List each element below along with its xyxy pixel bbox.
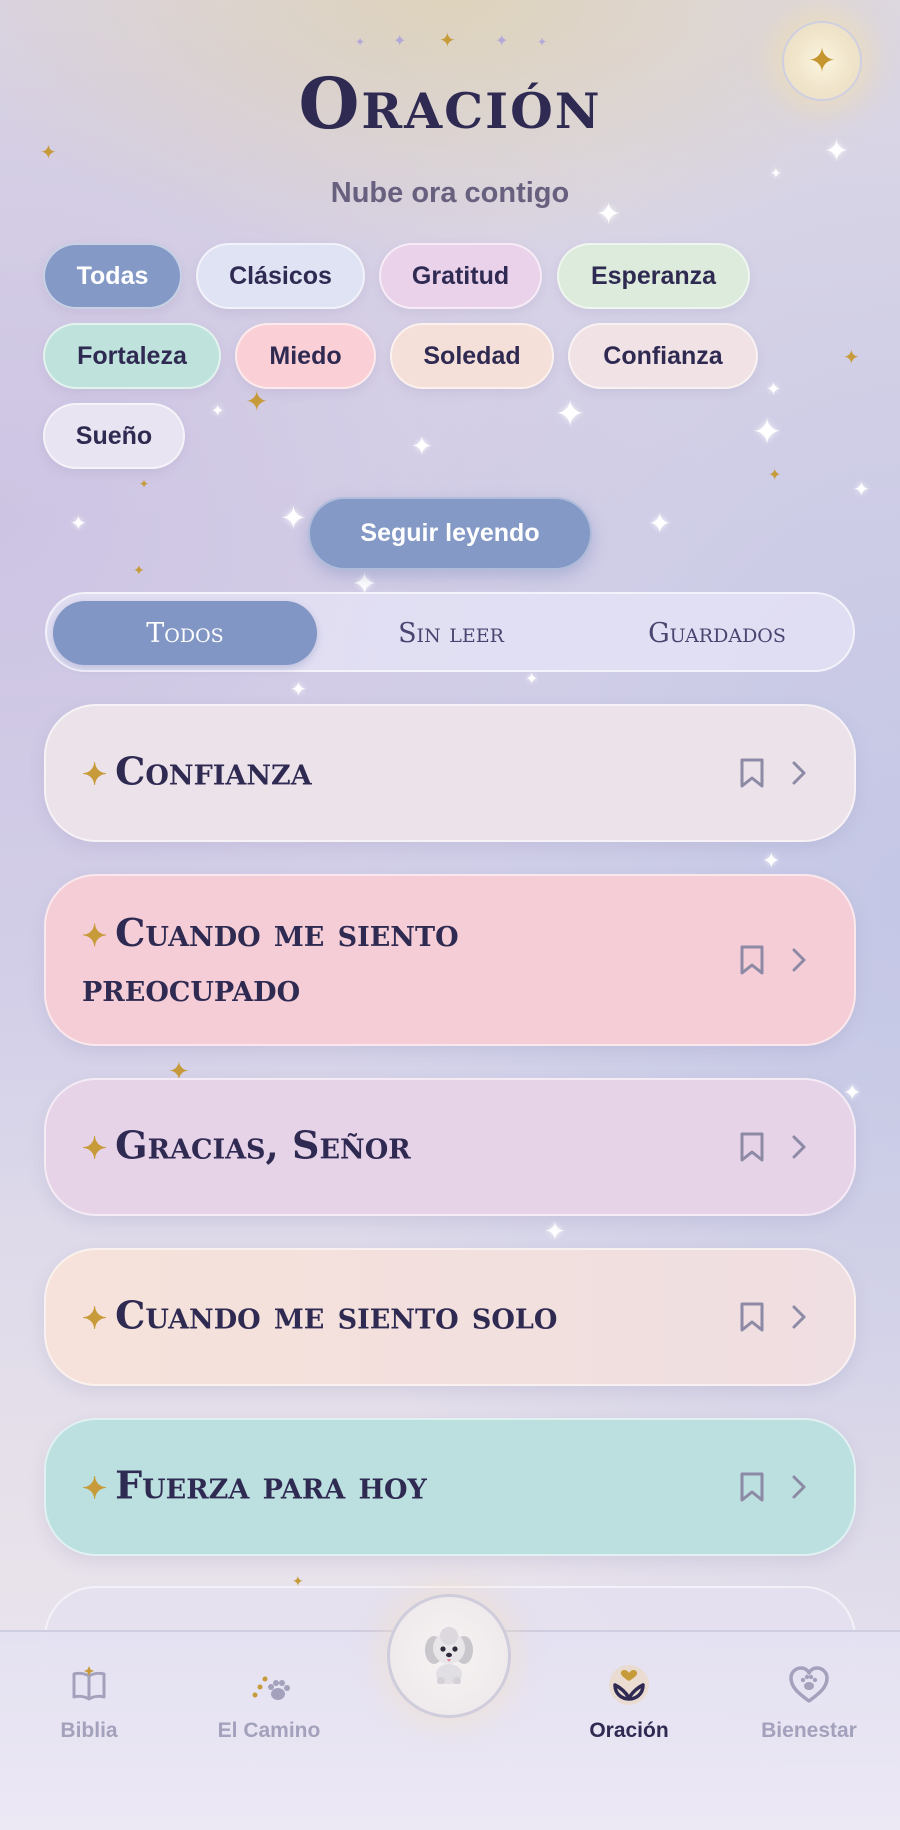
prayer-card[interactable]: ✦ Cuando me siento solo [44,1248,856,1386]
sparkle-icon: ✦ [139,477,150,491]
praying-heart-icon [554,1660,704,1710]
tab-todos[interactable]: Todos [53,601,317,665]
prayer-title: Gracias, Señor [115,1122,411,1168]
chevron-right-icon[interactable] [790,1133,808,1161]
chevron-right-icon[interactable] [790,1473,808,1501]
prayer-title: Cuando me siento preocupado [82,910,459,1010]
chevron-right-icon[interactable] [790,1303,808,1331]
nav-label: Oración [589,1719,669,1742]
bookmark-icon[interactable] [738,1301,766,1333]
sparkle-icon: ✦ [843,347,860,369]
sparkle-icon: ✦ [752,411,783,452]
chevron-right-icon[interactable] [790,946,808,974]
filter-chip-todas[interactable]: Todas [43,243,182,309]
bookmark-icon[interactable] [738,1471,766,1503]
reading-status-tabs: Todos Sin leer Guardados [45,592,855,672]
filter-chip-gratitud[interactable]: Gratitud [379,243,542,309]
bookmark-icon[interactable] [738,1131,766,1163]
chevron-right-icon[interactable] [790,759,808,787]
sparkle-icon: ✦ [544,1216,566,1246]
sparkle-icon: ✦ [82,919,108,954]
filter-chip-fortaleza[interactable]: Fortaleza [43,323,221,389]
sparkle-icon: ✦ [762,848,781,873]
prayer-card[interactable]: ✦ Gracias, Señor [44,1078,856,1216]
nav-label: Bienestar [761,1719,857,1742]
sparkle-icon: ✦ [290,679,307,701]
nav-label: Biblia [60,1719,118,1742]
puppy-avatar-icon [421,1624,477,1689]
page-subtitle: Nube ora contigo [330,177,570,209]
sparkle-icon: ✦ [525,671,539,688]
bible-icon [14,1660,164,1710]
sparkle-icon: ✦ [495,33,509,50]
prayer-title: Fuerza para hoy [115,1462,427,1508]
sparkle-icon: ✦ [82,1471,108,1507]
sparkle-icon: ✦ [411,431,433,461]
sparkle-icon: ✦ [768,467,782,484]
filter-chip-sueno[interactable]: Sueño [43,403,185,469]
sparkle-icon: ✦ [393,33,407,50]
companion-avatar-button[interactable] [387,1594,511,1718]
filter-chip-esperanza[interactable]: Esperanza [557,243,750,309]
bookmark-icon[interactable] [738,757,766,789]
filter-chip-clasicos[interactable]: Clásicos [196,243,365,309]
sparkle-icon: ✦ [82,1131,108,1167]
paw-trail-icon [194,1660,344,1710]
nav-item-biblia[interactable]: Biblia [14,1660,164,1743]
sparkle-icon: ✦ [280,500,307,536]
sparkle-icon: ✦ [70,513,87,535]
sparkle-icon: ✦ [766,379,782,399]
page-title: Oración [298,62,602,145]
bookmark-icon[interactable] [738,944,766,976]
sparkle-icon: ✦ [82,1301,108,1337]
sparkle-icon: ✦ [853,479,870,501]
prayer-title: Confianza [115,748,312,794]
sparkle-icon: ✦ [555,393,586,434]
continue-reading-button[interactable]: Seguir leyendo [308,497,592,570]
filter-chip-confianza[interactable]: Confianza [568,323,758,389]
sparkle-icon: ✦ [133,562,145,578]
heart-paw-icon [734,1660,884,1710]
prayer-card[interactable]: ✦ Fuerza para hoy [44,1418,856,1556]
sparkle-icon: ✦ [537,35,548,49]
sparkle-icon: ✦ [648,508,672,539]
nav-item-oracion[interactable]: Oración [554,1660,704,1743]
nav-label: El Camino [217,1719,321,1742]
prayer-card[interactable]: ✦ Cuando me siento preocupado [44,874,856,1046]
filter-chip-soledad[interactable]: Soledad [390,323,554,389]
prayer-card[interactable]: ✦ Confianza [44,704,856,842]
sparkle-icon: ✦ [82,757,108,793]
sparkle-icon: ✦ [40,142,57,164]
sparkle-icon: ✦ [355,35,366,49]
sparkle-icon: ✦ [211,403,225,420]
filter-chip-miedo[interactable]: Miedo [235,323,376,389]
tab-sin-leer[interactable]: Sin leer [319,601,583,665]
nav-item-bienestar[interactable]: Bienestar [734,1660,884,1743]
prayer-title: Cuando me siento solo [115,1292,558,1338]
tab-guardados[interactable]: Guardados [585,601,849,665]
sparkle-icon: ✦ [245,386,269,417]
nav-item-el-camino[interactable]: El Camino [194,1660,344,1743]
sparkle-icon: ✦ [439,30,456,52]
